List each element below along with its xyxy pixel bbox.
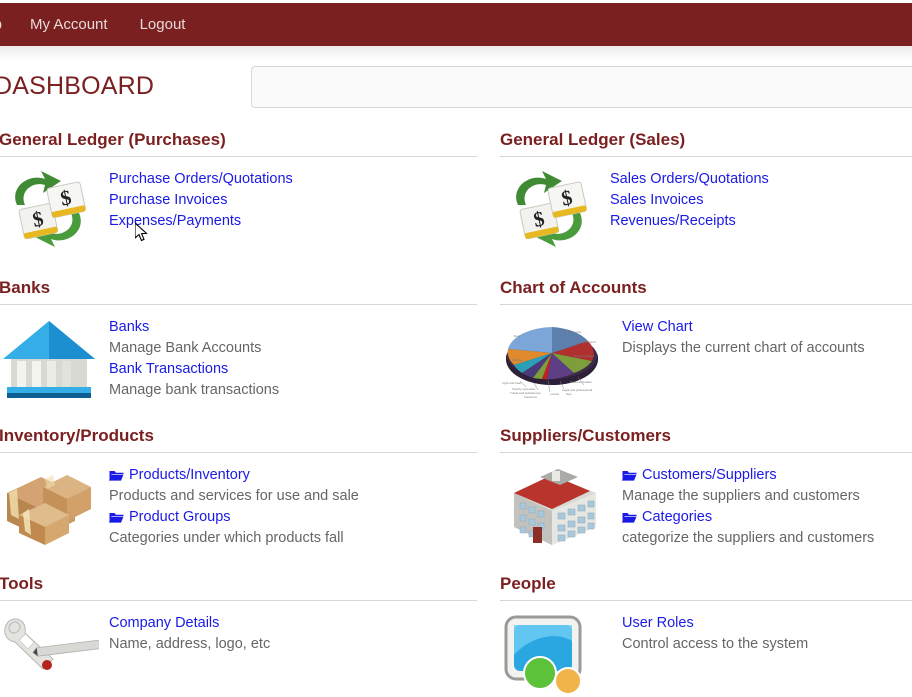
link-purchase-orders-quotations[interactable]: Purchase Orders/Quotations <box>109 169 293 190</box>
office-building-icon <box>500 463 612 549</box>
svg-text:Lorries: Lorries <box>550 392 560 396</box>
dashboard-row: Inventory/Products Products/Inventory Pr… <box>0 426 912 574</box>
svg-text:fees: fees <box>566 392 572 396</box>
link-view-chart[interactable]: View Chart <box>622 317 865 338</box>
section-divider <box>500 452 912 453</box>
link-expenses-payments[interactable]: Expenses/Payments <box>109 211 293 232</box>
section-links: Sales Orders/Quotations Sales Invoices R… <box>610 167 769 232</box>
desc-user-roles: Control access to the system <box>622 636 809 652</box>
svg-text:Computer costs: Computer costs <box>560 330 582 334</box>
section-links: User Roles Control access to the system <box>622 611 808 655</box>
link-user-roles[interactable]: User Roles <box>622 613 808 634</box>
page-title: DASHBOARD <box>0 72 155 100</box>
section-title: Suppliers/Customers <box>500 426 671 445</box>
desc-customers-suppliers: Manage the suppliers and customers <box>622 488 860 504</box>
link-sales-invoices[interactable]: Sales Invoices <box>610 190 769 211</box>
section-links: View Chart Displays the current chart of… <box>622 315 865 359</box>
wrench-pencil-icon <box>0 611 99 697</box>
section-banks: Banks Banks Manage Bank Accounts Bank Tr… <box>0 278 477 401</box>
desc-view-chart: Displays the current chart of accounts <box>622 340 865 356</box>
desc-banks: Manage Bank Accounts <box>109 340 262 356</box>
section-links: Purchase Orders/Quotations Purchase Invo… <box>109 167 293 232</box>
link-products-inventory[interactable]: Products/Inventory <box>109 465 359 486</box>
user-roles-icon <box>500 611 612 697</box>
desc-company-details: Name, address, logo, etc <box>109 636 271 652</box>
dashboard-row: Banks Banks Manage Bank Accounts Bank Tr… <box>0 278 912 426</box>
section-people: People User Roles Control access to the … <box>500 574 912 697</box>
svg-text:Printing: Printing <box>512 358 523 362</box>
section-divider <box>0 156 477 157</box>
link-banks[interactable]: Banks <box>109 317 279 338</box>
section-tools: Tools Company Details Name, address, log… <box>0 574 477 697</box>
section-links: Customers/Suppliers Manage the suppliers… <box>622 463 874 549</box>
folder-icon <box>109 513 124 523</box>
svg-text:Insurance: Insurance <box>524 395 538 399</box>
desc-bank-transactions: Manage bank transactions <box>109 382 280 398</box>
section-divider <box>500 600 912 601</box>
link-bank-transactions[interactable]: Bank Transactions <box>109 359 279 380</box>
money-exchange-icon: $ $ <box>500 167 600 253</box>
section-title: General Ledger (Purchases) <box>0 130 226 149</box>
nav-item-help[interactable]: elp <box>0 16 2 33</box>
folder-icon <box>622 471 637 481</box>
link-label: Customers/Suppliers <box>642 467 777 483</box>
folder-icon <box>622 513 637 523</box>
section-divider <box>500 304 912 305</box>
dashboard-row: General Ledger (Purchases) $ $ Purchase … <box>0 130 912 278</box>
section-links: Products/Inventory Products and services… <box>109 463 359 549</box>
section-general-ledger-purchases: General Ledger (Purchases) $ $ Purchase … <box>0 130 477 253</box>
section-chart-of-accounts: Chart of Accounts Rent Printing Light an… <box>500 278 912 401</box>
section-title: Chart of Accounts <box>500 278 647 297</box>
link-customers-suppliers[interactable]: Customers/Suppliers <box>622 465 874 486</box>
dashboard-row: Tools Company Details Name, address, log… <box>0 574 912 697</box>
link-label: Categories <box>642 509 713 525</box>
svg-text:Depreciation fund: Depreciation fund <box>572 340 596 344</box>
search-input[interactable] <box>252 67 912 107</box>
money-exchange-icon: $ $ <box>0 167 99 253</box>
link-company-details[interactable]: Company Details <box>109 613 270 634</box>
section-title: Tools <box>0 574 44 593</box>
section-title: General Ledger (Sales) <box>500 130 686 149</box>
top-navigation-bar: elp My Account Logout <box>0 3 912 46</box>
section-title: Banks <box>0 278 51 297</box>
section-general-ledger-sales: General Ledger (Sales) $ $ Sales Orders/… <box>500 130 912 253</box>
section-divider <box>0 600 477 601</box>
svg-text:Salaries/wages: Salaries/wages <box>574 354 595 358</box>
section-divider <box>0 304 477 305</box>
section-divider <box>0 452 477 453</box>
section-suppliers-customers: Suppliers/Customers Customers/Suppliers … <box>500 426 912 549</box>
boxes-icon <box>0 463 99 549</box>
link-sales-orders-quotations[interactable]: Sales Orders/Quotations <box>610 169 769 190</box>
svg-text:Rent: Rent <box>514 334 521 338</box>
nav-item-logout[interactable]: Logout <box>140 16 186 33</box>
link-label: Product Groups <box>129 509 231 525</box>
section-links: Company Details Name, address, logo, etc <box>109 611 270 655</box>
nav-shadow-gradient <box>0 46 912 62</box>
section-title: Inventory/Products <box>0 426 154 445</box>
svg-text:Light and heat: Light and heat <box>502 381 521 385</box>
dashboard-grid: General Ledger (Purchases) $ $ Purchase … <box>0 130 912 697</box>
section-links: Banks Manage Bank Accounts Bank Transact… <box>109 315 279 401</box>
desc-categories: categorize the suppliers and customers <box>622 530 875 546</box>
section-divider <box>500 156 912 157</box>
svg-text:Rates and water: Rates and water <box>570 380 592 384</box>
link-revenues-receipts[interactable]: Revenues/Receipts <box>610 211 769 232</box>
desc-product-groups: Categories under which products fall <box>109 530 344 546</box>
link-categories[interactable]: Categories <box>622 507 874 528</box>
link-purchase-invoices[interactable]: Purchase Invoices <box>109 190 293 211</box>
pie-chart-icon: Rent Printing Light and heat Sundry expe… <box>500 315 612 401</box>
folder-icon <box>109 471 124 481</box>
link-product-groups[interactable]: Product Groups <box>109 507 359 528</box>
desc-products-inventory: Products and services for use and sale <box>109 488 359 504</box>
section-title: People <box>500 574 556 593</box>
section-inventory-products: Inventory/Products Products/Inventory Pr… <box>0 426 477 549</box>
search-panel[interactable] <box>251 66 912 108</box>
nav-item-my-account[interactable]: My Account <box>30 16 108 33</box>
bank-building-icon <box>0 315 99 401</box>
link-label: Products/Inventory <box>129 467 250 483</box>
